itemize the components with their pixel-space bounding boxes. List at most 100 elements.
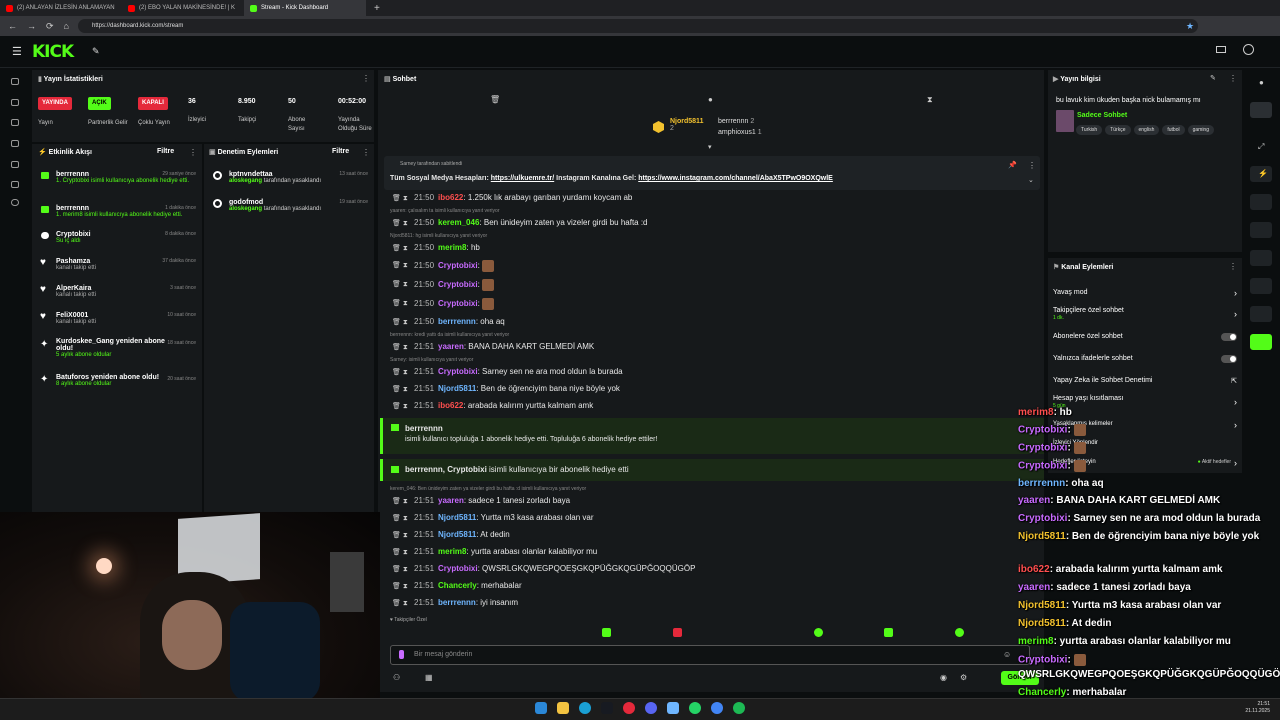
tag[interactable]: gaming <box>1187 125 1214 135</box>
more-icon[interactable]: ⋮ <box>362 148 370 157</box>
trophy-icon[interactable] <box>11 119 19 126</box>
browser-tab[interactable]: (2) ANLAYAN İZLESİN ANLAMAYAN <box>0 0 122 16</box>
windows-start-icon[interactable] <box>535 702 547 714</box>
chat-message[interactable]: 21:51 Njord5811: Ben de öğrenciyim bana n… <box>392 384 620 393</box>
emotes-only-row[interactable]: Yalnızca ifadelerle sohbet <box>1053 355 1243 363</box>
settings-icon[interactable]: ⚙ <box>960 673 967 682</box>
moderation-filter[interactable]: Filtre <box>332 148 349 155</box>
message-username[interactable]: Cryptobixi <box>438 367 478 376</box>
more-icon[interactable]: ⋮ <box>362 74 370 83</box>
browser-tab[interactable]: (2) EBO YALAN MAKİNESİNDE! | K <box>122 0 244 16</box>
new-tab-icon[interactable]: + <box>374 3 380 14</box>
message-username[interactable]: Cryptobixi <box>438 299 478 308</box>
rail-raid-button[interactable] <box>1250 250 1272 266</box>
emote-icon[interactable] <box>884 628 893 637</box>
message-username[interactable]: yaaren <box>438 496 464 505</box>
rail-tools-button[interactable] <box>1250 306 1272 322</box>
more-icon[interactable]: ⋮ <box>1028 161 1036 170</box>
message-username[interactable]: merim8 <box>438 243 466 252</box>
edit-icon[interactable]: ✎ <box>1210 74 1216 82</box>
tag[interactable]: futbol <box>1162 125 1185 135</box>
chat-message[interactable]: 21:51 yaaren: BANA DAHA KART GELMEDİ AMK <box>392 342 594 351</box>
app-icon[interactable] <box>623 702 635 714</box>
message-username[interactable]: kerem_046 <box>438 218 479 227</box>
chat-message[interactable]: 21:50 merim8: hb <box>392 243 480 252</box>
activity-filter[interactable]: Filtre <box>157 148 174 155</box>
menu-icon[interactable]: ☰ <box>12 45 22 58</box>
tag[interactable]: english <box>1133 125 1160 135</box>
emote-icon[interactable] <box>814 628 823 637</box>
followers-only-row[interactable]: Takipçilere özel sohbet 1 dk. › <box>1053 307 1243 321</box>
message-username[interactable]: merim8 <box>438 547 466 556</box>
chat-message[interactable]: 21:51 Chancerly: merhabalar <box>392 581 522 590</box>
chat-message[interactable]: 21:50 kerem_046: Ben ünideyim zaten ya vi… <box>392 218 648 227</box>
emotes-only-toggle[interactable] <box>1221 355 1237 363</box>
calendar-icon[interactable]: ▦ <box>425 673 433 682</box>
pin-icon[interactable]: 📌 <box>1008 161 1017 169</box>
chat-icon[interactable]: ◉ <box>940 673 947 682</box>
rail-edit-button[interactable] <box>1250 102 1272 118</box>
tag[interactable]: Turkish <box>1076 125 1103 135</box>
app-icon[interactable] <box>667 702 679 714</box>
folder-icon[interactable] <box>557 702 569 714</box>
address-bar[interactable]: https://dashboard.kick.com/stream <box>78 19 1198 33</box>
message-username[interactable]: Njord5811 <box>438 513 476 522</box>
slow-mode-row[interactable]: Yavaş mod › <box>1053 288 1243 298</box>
chrome-icon[interactable] <box>711 702 723 714</box>
message-username[interactable]: Cryptobixi <box>438 564 478 573</box>
message-username[interactable]: yaaren <box>438 342 464 351</box>
emote-icon[interactable] <box>955 628 964 637</box>
avatar[interactable] <box>1243 44 1254 55</box>
message-username[interactable]: berrrennn <box>438 317 476 326</box>
browser-tab-active[interactable]: Stream - Kick Dashboard <box>244 0 366 16</box>
steam-icon[interactable] <box>601 702 613 714</box>
chat-message[interactable]: 21:51 yaaren: sadece 1 tanesi zorladı bay… <box>392 496 570 505</box>
subs-only-row[interactable]: Abonelere özel sohbet <box>1053 333 1243 341</box>
mic-icon[interactable] <box>399 650 404 659</box>
forward-icon[interactable]: → <box>27 21 36 31</box>
reload-icon[interactable]: ⟳ <box>46 21 54 32</box>
tag[interactable]: Türkçe <box>1105 125 1131 135</box>
chat-message[interactable]: 21:50 Cryptobixi: <box>392 298 495 310</box>
home-icon[interactable]: ⌂ <box>64 21 69 31</box>
more-icon[interactable]: ⋮ <box>1229 74 1237 83</box>
pin-icon[interactable]: ✎ <box>92 46 100 57</box>
message-username[interactable]: ibo622 <box>438 401 463 410</box>
more-icon[interactable]: ⋮ <box>189 148 197 157</box>
back-icon[interactable]: ← <box>8 21 17 31</box>
emote-icon[interactable] <box>673 628 682 637</box>
chevron-down-icon[interactable]: ⌄ <box>1028 176 1034 184</box>
rail-chat-button[interactable] <box>1250 222 1272 238</box>
chat-message[interactable]: 21:51 Njord5811: Yurtta m3 kasa arabası o… <box>392 513 594 522</box>
message-username[interactable]: Chancerly <box>438 581 477 590</box>
link-icon[interactable]: ⚇ <box>393 673 400 682</box>
message-username[interactable]: Njord5811 <box>438 530 476 539</box>
message-username[interactable]: Cryptobixi <box>438 261 478 270</box>
chevron-down-icon[interactable]: ▾ <box>708 143 712 151</box>
users-icon[interactable] <box>11 161 19 168</box>
chat-bubble-icon[interactable]: ● <box>708 95 713 104</box>
emote-picker-icon[interactable]: ☺ <box>1003 650 1011 659</box>
chat-input[interactable] <box>390 645 1030 665</box>
settings-icon[interactable] <box>11 199 19 206</box>
whatsapp-icon[interactable] <box>689 702 701 714</box>
spotify-icon[interactable] <box>733 702 745 714</box>
rail-bolt-button[interactable]: ⚡ <box>1250 166 1272 182</box>
chat-message[interactable]: 21:51 berrrennn: iyi insanım <box>392 598 518 607</box>
message-username[interactable]: berrrennn <box>438 598 476 607</box>
library-icon[interactable] <box>11 140 19 147</box>
chat-message[interactable]: 21:51 merim8: yurtta arabası olanlar kala… <box>392 547 597 556</box>
chat-message[interactable]: 21:51 Cryptobixi: QWSRLGKQWEGPQOEŞGKQPÜĞG… <box>392 564 695 573</box>
bookmark-star-icon[interactable]: ★ <box>1186 21 1194 32</box>
chat-message[interactable]: 21:51 Njord5811: At dedin <box>392 530 510 539</box>
rail-green-button[interactable] <box>1250 334 1272 350</box>
chat-message[interactable]: 21:51 Cryptobixi: Sarney sen ne ara mod o… <box>392 367 623 376</box>
emote-icon[interactable] <box>602 628 611 637</box>
rail-list-button[interactable] <box>1250 278 1272 294</box>
message-username[interactable]: Njord5811 <box>438 384 476 393</box>
chat-message[interactable]: 21:50 berrrennn: oha aq <box>392 317 505 326</box>
subs-only-toggle[interactable] <box>1221 333 1237 341</box>
expand-icon[interactable]: ⤢ <box>1258 142 1264 152</box>
system-clock[interactable]: 21:51 21.11.2025 <box>1240 701 1270 715</box>
community-icon[interactable] <box>11 181 19 188</box>
